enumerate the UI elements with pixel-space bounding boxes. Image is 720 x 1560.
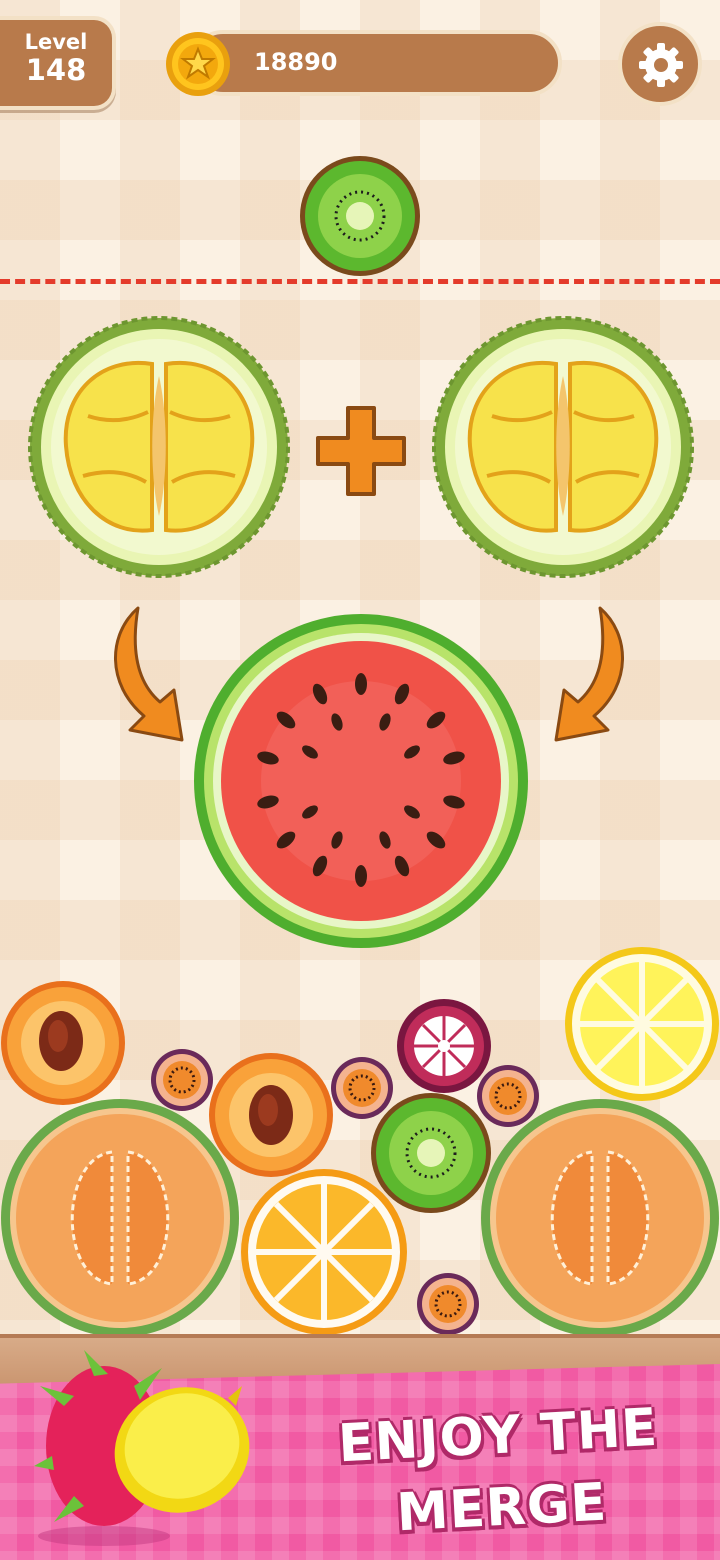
plus-icon [314, 404, 408, 498]
watermelon-result [192, 612, 530, 950]
fruit-passion-fruit [416, 1272, 480, 1336]
durian-right [432, 316, 694, 578]
next-fruit-kiwi[interactable] [298, 154, 422, 278]
fruit-lemon [564, 946, 720, 1102]
coin-counter: 18890 [190, 30, 562, 96]
curved-arrow-down-right-icon [100, 604, 190, 744]
lemon-icon [110, 1370, 260, 1520]
curved-arrow-down-left-icon [548, 604, 638, 744]
fruit-cantaloupe [480, 1098, 720, 1338]
fruit-peach [0, 980, 126, 1106]
durian-left [28, 316, 290, 578]
tagline: ENJOY THE MERGE [297, 1390, 704, 1555]
level-label: Level [24, 30, 88, 54]
star-coin-icon [164, 30, 232, 98]
fruit-cantaloupe [0, 1098, 240, 1338]
coin-value: 18890 [254, 48, 338, 76]
settings-button[interactable] [618, 22, 702, 106]
level-badge: Level 148 [0, 16, 116, 110]
fruit-orange [240, 1168, 408, 1336]
level-value: 148 [25, 53, 87, 87]
danger-line [0, 279, 720, 284]
gear-icon [639, 43, 683, 87]
